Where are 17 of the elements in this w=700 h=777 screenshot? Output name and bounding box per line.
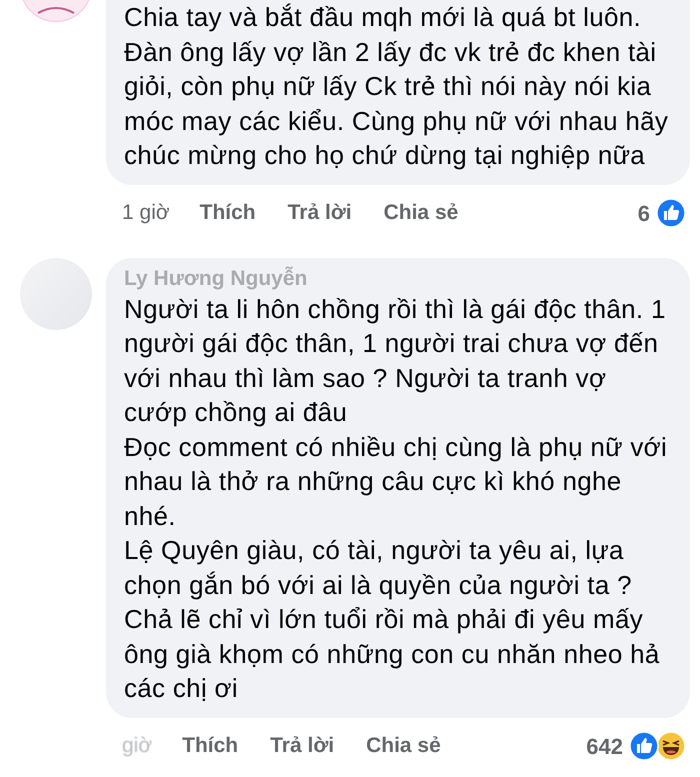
comment-text: Đọc comment có nhiều chị cùng là phụ nữ với nhau là thở ra những câu cực kì khó nghe nhé. (124, 430, 668, 532)
timestamp[interactable]: 1 giờ (122, 197, 170, 229)
thumbs-up-icon (656, 198, 686, 228)
laughing-face-icon (656, 731, 686, 761)
comment-text: Lệ Quyên giàu, có tài, người ta yêu ai, lựa chọn gắn bó với ai là quyền của người ta ? (124, 534, 633, 602)
action-link[interactable]: Chia sẻ (366, 730, 441, 762)
action-link[interactable]: Trả lời (270, 730, 334, 762)
comment-text: Người ta li hôn chồng rồi thì là gái độc thân. 1 người gái độc thân, 1 người trai chưa vợ đến với nhau thì làm sao ? Người ta tranh vợ cướp chồng ai đâu (124, 292, 667, 429)
action-link[interactable]: Chia sẻ (384, 197, 458, 229)
comment-text: Chia tay và bắt đầu mqh mới là quá bt luôn. Đàn ông lấy vợ lần 2 lấy đc vk trẻ đc khen tài giỏi, còn phụ nữ lấy Ck trẻ thì nói này nói kia móc may các kiểu. Cùng phụ nữ với nhau hãy chúc mừng cho họ chứ dừng tại nghiệp nữa (124, 1, 670, 172)
action-link[interactable]: Trả lời (288, 197, 352, 229)
comment-text: Chả lẽ chỉ vì lớn tuổi rồi mà phải đi yêu mấy ông già khọm có những con cu nhăn nheo hả các chị ơi (124, 603, 661, 705)
action-link[interactable]: Thích (200, 197, 256, 229)
reaction-count[interactable]: 6 (638, 196, 650, 230)
reaction-count[interactable]: 642 (586, 730, 623, 762)
thumbs-up-icon (629, 731, 659, 761)
action-link[interactable]: Thích (182, 730, 238, 762)
